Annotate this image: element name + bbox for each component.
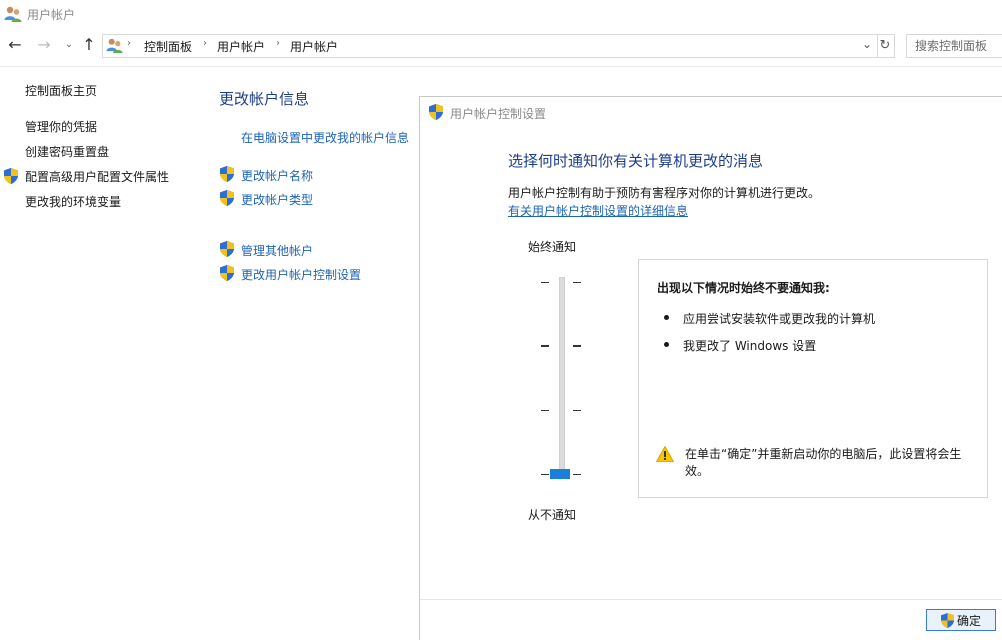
- address-bar[interactable]: › 控制面板 › 用户帐户 › 用户帐户 ⌄: [102, 34, 878, 58]
- ok-button-label: 确定: [956, 613, 981, 628]
- up-arrow-icon[interactable]: ↑: [80, 36, 98, 54]
- dialog-titlebar: 用户帐户控制设置: [420, 97, 1002, 127]
- dialog-title: 用户帐户控制设置: [450, 107, 547, 121]
- change-uac-settings-link[interactable]: 更改用户帐户控制设置: [241, 266, 361, 283]
- sidebar-item-advanced-profile[interactable]: 配置高级用户配置文件属性: [25, 168, 169, 185]
- panel-title: 出现以下情况时始终不要通知我:: [657, 281, 830, 295]
- user-accounts-icon: [4, 5, 22, 23]
- sidebar-item-create-reset-disk[interactable]: 创建密码重置盘: [25, 143, 109, 160]
- shield-icon: [220, 190, 234, 206]
- shield-icon: [429, 104, 443, 120]
- shield-icon: [220, 166, 234, 182]
- ok-button[interactable]: 确定: [926, 609, 996, 631]
- slider-bottom-label: 从不通知: [528, 508, 577, 522]
- window-title: 用户帐户: [27, 8, 76, 22]
- back-arrow-icon[interactable]: ←: [6, 36, 24, 54]
- shield-icon: [220, 241, 234, 257]
- breadcrumb-separator-icon[interactable]: ›: [127, 38, 131, 49]
- bullet-item: 我更改了 Windows 设置: [683, 339, 817, 353]
- navigation-bar: ← → ⌄ ↑ › 控制面板 › 用户帐户 › 用户帐户 ⌄ ↻: [0, 30, 1002, 62]
- recent-locations-chevron-icon[interactable]: ⌄: [60, 36, 78, 54]
- window-titlebar: 用户帐户: [0, 0, 1002, 28]
- slider-tick: [573, 474, 581, 475]
- shield-icon: [220, 265, 234, 281]
- sidebar-item-environment-variables[interactable]: 更改我的环境变量: [25, 193, 121, 210]
- manage-other-accounts-link[interactable]: 管理其他帐户: [241, 242, 313, 259]
- slider-tick: [541, 410, 549, 411]
- slider-tick: [541, 282, 549, 283]
- slider-tick: [541, 345, 549, 347]
- shield-icon: [4, 168, 18, 184]
- slider-tick: [573, 410, 581, 411]
- divider: [420, 599, 1002, 600]
- search-box[interactable]: [906, 34, 1002, 58]
- change-account-type-link[interactable]: 更改帐户类型: [241, 191, 313, 208]
- shield-icon: [941, 613, 954, 628]
- sidebar-item-control-panel-home[interactable]: 控制面板主页: [25, 82, 97, 99]
- slider-tick: [573, 282, 581, 283]
- uac-settings-dialog: 用户帐户控制设置 选择何时通知你有关计算机更改的消息 用户帐户控制有助于预防有害…: [419, 96, 1002, 640]
- breadcrumb-separator-icon[interactable]: ›: [276, 38, 280, 49]
- change-account-name-link[interactable]: 更改帐户名称: [241, 167, 313, 184]
- slider-tick: [541, 474, 549, 475]
- slider-track[interactable]: [559, 277, 565, 476]
- breadcrumb-user-accounts[interactable]: 用户帐户: [217, 38, 265, 55]
- divider: [0, 66, 1002, 67]
- breadcrumb-separator-icon[interactable]: ›: [203, 38, 207, 49]
- level-description-panel: 出现以下情况时始终不要通知我: 应用尝试安装软件或更改我的计算机 我更改了 Wi…: [638, 259, 988, 498]
- slider-top-label: 始终通知: [528, 240, 577, 254]
- refresh-icon[interactable]: ↻: [876, 34, 895, 58]
- bullet-icon: [664, 342, 669, 347]
- breadcrumb-control-panel[interactable]: 控制面板: [144, 38, 192, 55]
- breadcrumb-user-accounts-current[interactable]: 用户帐户: [290, 38, 338, 55]
- user-accounts-icon: [106, 37, 123, 54]
- page-title: 更改帐户信息: [219, 90, 310, 108]
- uac-more-info-link[interactable]: 有关用户帐户控制设置的详细信息: [508, 202, 688, 219]
- slider-thumb[interactable]: [550, 469, 570, 479]
- dialog-description: 用户帐户控制有助于预防有害程序对你的计算机进行更改。: [508, 186, 821, 200]
- change-account-info-in-pc-settings-link[interactable]: 在电脑设置中更改我的帐户信息: [241, 129, 409, 146]
- dialog-heading: 选择何时通知你有关计算机更改的消息: [508, 152, 764, 170]
- bullet-icon: [664, 315, 669, 320]
- forward-arrow-icon[interactable]: →: [35, 36, 53, 54]
- address-dropdown-icon[interactable]: ⌄: [862, 37, 872, 51]
- restart-warning-text: 在单击“确定”并重新启动你的电脑后，此设置将会生效。: [685, 447, 962, 478]
- search-input[interactable]: [913, 38, 1002, 54]
- warning-icon: [656, 446, 674, 462]
- sidebar-item-manage-credentials[interactable]: 管理你的凭据: [25, 118, 97, 135]
- slider-tick: [573, 345, 581, 347]
- bullet-item: 应用尝试安装软件或更改我的计算机: [683, 312, 876, 326]
